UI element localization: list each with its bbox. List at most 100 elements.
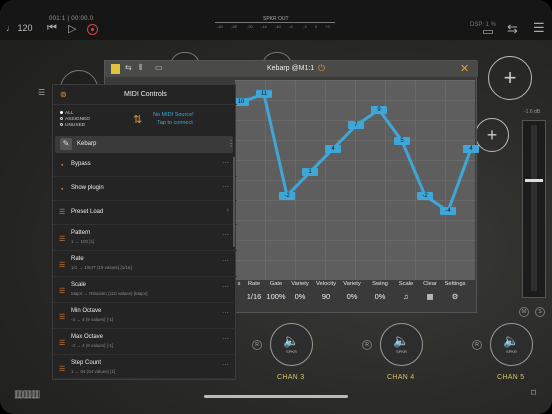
step-value-badge[interactable]: 1 (302, 168, 318, 177)
param-column[interactable]: Variety 0% (343, 281, 361, 301)
bookmark-icon[interactable]: ⌑ (531, 388, 536, 399)
param-column[interactable]: s (238, 281, 241, 292)
more-icon[interactable]: ⋯ (222, 361, 229, 369)
param-range: 1 → 100 [1] (71, 239, 95, 244)
rewind-icon[interactable]: ⏮ (47, 22, 57, 35)
solo-button[interactable]: S (535, 307, 545, 317)
add-insert-icon[interactable]: + (475, 118, 509, 152)
folder-icon[interactable]: ▭ (155, 63, 163, 72)
more-icon[interactable]: ⋯ (222, 283, 229, 291)
power-icon[interactable]: ⏻ (318, 63, 325, 74)
plugin-selector[interactable]: ✎ Kebarp ⋮ (55, 136, 235, 153)
routing-icon[interactable]: ⇆ (125, 63, 132, 72)
close-icon[interactable]: ✕ (460, 62, 469, 75)
midi-source-link[interactable]: Tap to connect (157, 120, 193, 126)
tempo-display[interactable]: ♩ 120 (6, 23, 33, 33)
more-icon[interactable]: ⋯ (222, 159, 229, 167)
param-column[interactable]: Variety 0% (291, 281, 309, 301)
chevron-right-icon[interactable]: › (227, 207, 229, 214)
param-value[interactable]: ♫ (399, 292, 414, 301)
param-value[interactable]: 90 (316, 292, 336, 301)
routing-icon[interactable]: ⇆ (507, 21, 518, 37)
piano-roll-icon[interactable] (111, 64, 120, 74)
record-button[interactable] (87, 24, 98, 35)
param-range: -4 → 4 (9 values) [-1] (71, 317, 114, 322)
step-value-badge[interactable]: 4 (325, 144, 341, 153)
midi-param-row[interactable]: ☰ Max Octave -4 → 4 (9 values) [-1] ⋯ (53, 331, 237, 355)
param-column[interactable]: Clear ▦ (423, 281, 437, 301)
param-column[interactable]: Gate 100% (266, 281, 285, 301)
record-arm-button[interactable]: R (362, 340, 372, 350)
step-value-badge[interactable]: -2 (279, 191, 295, 200)
param-value[interactable]: 0% (291, 292, 309, 301)
param-value[interactable]: 0% (372, 292, 388, 301)
step-grid[interactable]: 10 11 -2 1 4 7 9 5 -2 -4 4 (233, 80, 479, 280)
param-column[interactable]: Settings ⚙ (445, 281, 466, 301)
list-icon[interactable]: ☰ (38, 88, 45, 97)
param-header: Variety (291, 281, 309, 287)
param-header: Swing (372, 281, 388, 287)
more-icon[interactable]: ⋯ (222, 183, 229, 191)
param-value[interactable]: ▦ (423, 292, 437, 301)
step-value-badge[interactable]: 11 (256, 90, 272, 99)
midi-param-row[interactable]: ☰ Preset Load › (53, 203, 237, 225)
meter-tick-label: -20 (247, 24, 253, 29)
meter-tick-label: +3 (325, 24, 330, 29)
more-icon[interactable]: ⋯ (222, 309, 229, 317)
play-icon[interactable]: ▷ (68, 22, 76, 35)
more-icon[interactable]: ⋮ (227, 139, 235, 148)
param-value[interactable]: 1/16 (247, 292, 262, 301)
record-arm-button[interactable]: R (472, 340, 482, 350)
param-header: s (237, 281, 241, 287)
midi-filter-group[interactable]: ALL ASSIGNED UNUSED (60, 111, 90, 129)
speaker-output-chan5[interactable]: 🔈 SPKR (490, 323, 533, 366)
midi-param-row[interactable]: ● Show plugin ⋯ (53, 179, 237, 201)
volume-fader[interactable] (522, 120, 546, 298)
mute-button[interactable]: M (519, 307, 529, 317)
param-column[interactable]: Scale ♫ (399, 281, 414, 301)
step-value-badge[interactable]: -2 (417, 191, 433, 200)
step-value-badge[interactable]: 5 (394, 137, 410, 145)
step-value-badge[interactable]: 4 (463, 144, 479, 153)
param-title: Preset Load (71, 209, 104, 215)
plugin-title: Kebarp @M1:1 (267, 65, 315, 72)
speaker-output-chan3[interactable]: 🔈 SPKR (270, 323, 313, 366)
speaker-output-chan4[interactable]: 🔈 SPKR (380, 323, 423, 366)
fader-handle[interactable] (525, 179, 543, 182)
channel-label: CHAN 4 (387, 374, 415, 381)
plugin-name: Kebarp (77, 141, 97, 147)
param-value[interactable]: 0% (343, 292, 361, 301)
midi-param-row[interactable]: ☰ Scale Major → Ritsusen (110 values) [Maj… (53, 279, 237, 303)
param-title: Step Count (71, 360, 102, 366)
drag-handle-icon: ☰ (59, 262, 66, 269)
scrollbar[interactable] (233, 157, 235, 247)
step-value-badge[interactable]: 7 (348, 121, 364, 130)
record-arm-button[interactable]: R (252, 340, 262, 350)
add-channel-icon[interactable]: + (488, 56, 532, 100)
param-value[interactable]: 100% (266, 292, 285, 301)
keyboard-icon[interactable]: ▥▥▥ (14, 389, 40, 400)
menu-icon[interactable]: ☰ (533, 20, 545, 36)
step-value-badge[interactable]: 9 (371, 105, 387, 114)
param-column[interactable]: Swing 0% (372, 281, 388, 301)
drag-handle-icon: ☰ (59, 209, 66, 216)
midi-param-row[interactable]: ☰ Rate 1/1 → 1/64T (19 values) [1/16] ⋯ (53, 253, 237, 277)
more-icon[interactable]: ⋯ (222, 335, 229, 343)
toggle-icon: ● (61, 186, 64, 191)
filter-unused[interactable]: UNUSED (60, 123, 90, 129)
step-value-badge[interactable]: -4 (440, 207, 456, 216)
more-icon[interactable]: ⋯ (222, 257, 229, 265)
midi-param-row[interactable]: ● Bypass ⋯ (53, 155, 237, 177)
midi-source-title[interactable]: No MIDI Source! (153, 112, 194, 118)
param-range: 1 → 64 (64 values) [1] (71, 369, 116, 374)
fader-track (531, 125, 537, 291)
mixer-icon[interactable]: ⦀ (139, 63, 143, 73)
param-column[interactable]: Velocity 90 (316, 281, 336, 301)
midi-param-row[interactable]: ☰ Step Count 1 → 64 (64 values) [1] ⋯ (53, 357, 237, 379)
more-icon[interactable]: ⋯ (222, 231, 229, 239)
midi-param-row[interactable]: ☰ Pattern 1 → 100 [1] ⋯ (53, 227, 237, 251)
panel-title: MIDI Controls (124, 91, 167, 98)
param-value[interactable]: ⚙ (445, 292, 466, 301)
midi-param-row[interactable]: ☰ Min Octave -4 → 4 (9 values) [-1] ⋯ (53, 305, 237, 329)
param-column[interactable]: Rate 1/16 (247, 281, 262, 301)
